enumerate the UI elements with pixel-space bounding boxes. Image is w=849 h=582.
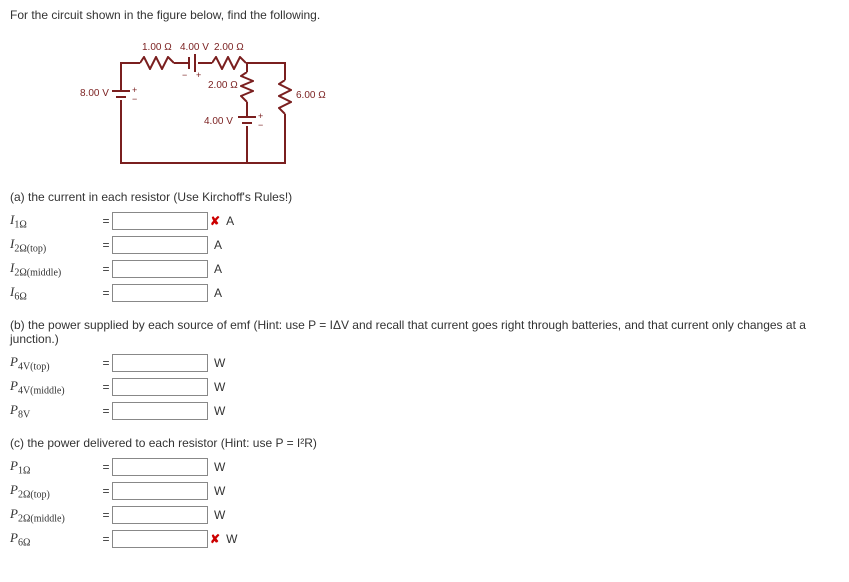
part-c-input[interactable] xyxy=(112,530,208,548)
equals-sign: = xyxy=(100,380,112,394)
label-r6: 6.00 Ω xyxy=(296,90,326,101)
resistor-6ohm xyxy=(278,80,292,114)
part-b-row: P4V(middle)= W xyxy=(10,376,839,398)
part-c-label: P2Ω(top) xyxy=(10,482,100,501)
part-c-prompt: (c) the power delivered to each resistor… xyxy=(10,436,839,450)
part-b-prompt: (b) the power supplied by each source of… xyxy=(10,318,839,346)
resistor-2ohm-middle xyxy=(240,72,254,102)
part-b-label: P4V(middle) xyxy=(10,378,100,397)
part-a-input[interactable] xyxy=(112,212,208,230)
part-b-row: P4V(top)= W xyxy=(10,352,839,374)
part-c-unit: W xyxy=(214,460,230,474)
equals-sign: = xyxy=(100,508,112,522)
resistor-2ohm-top xyxy=(212,56,246,70)
part-b-row: P8V= W xyxy=(10,400,839,422)
part-a-input[interactable] xyxy=(112,284,208,302)
part-b-unit: W xyxy=(214,380,230,394)
part-c-unit: W xyxy=(214,484,230,498)
equals-sign: = xyxy=(100,214,112,228)
part-c-label: P1Ω xyxy=(10,458,100,477)
part-b-label: P8V xyxy=(10,402,100,421)
wrong-mark-icon: ✘ xyxy=(210,214,220,228)
equals-sign: = xyxy=(100,286,112,300)
part-b-input[interactable] xyxy=(112,354,208,372)
part-a-unit: A xyxy=(214,286,230,300)
equals-sign: = xyxy=(100,532,112,546)
label-4v-mid: 4.00 V xyxy=(204,116,233,127)
part-a-row: I2Ω(middle)= A xyxy=(10,258,839,280)
part-a-label: I2Ω(middle) xyxy=(10,260,100,279)
part-c-input[interactable] xyxy=(112,482,208,500)
label-r2-top: 2.00 Ω xyxy=(214,42,244,53)
equals-sign: = xyxy=(100,484,112,498)
part-b-label: P4V(top) xyxy=(10,354,100,373)
equals-sign: = xyxy=(100,460,112,474)
part-a-unit: A xyxy=(226,214,242,228)
equals-sign: = xyxy=(100,404,112,418)
part-a-label: I2Ω(top) xyxy=(10,236,100,255)
equals-sign: = xyxy=(100,262,112,276)
equals-sign: = xyxy=(100,238,112,252)
part-b-input[interactable] xyxy=(112,402,208,420)
part-b-input[interactable] xyxy=(112,378,208,396)
part-c-input[interactable] xyxy=(112,506,208,524)
part-c-row: P1Ω= W xyxy=(10,456,839,478)
part-b-unit: W xyxy=(214,356,230,370)
wrong-mark-icon: ✘ xyxy=(210,532,220,546)
circuit-diagram: 1.00 Ω − + 4.00 V 2.00 Ω 6.00 Ω + − 8.00… xyxy=(90,32,390,172)
part-c-row: P2Ω(middle)= W xyxy=(10,504,839,526)
part-a-unit: A xyxy=(214,238,230,252)
resistor-1ohm-top xyxy=(140,56,174,70)
part-b-unit: W xyxy=(214,404,230,418)
part-a-input[interactable] xyxy=(112,236,208,254)
part-a-label: I6Ω xyxy=(10,284,100,303)
part-a-label: I1Ω xyxy=(10,212,100,231)
part-a-input[interactable] xyxy=(112,260,208,278)
part-a-prompt: (a) the current in each resistor (Use Ki… xyxy=(10,190,839,204)
label-8v: 8.00 V xyxy=(80,88,109,99)
label-4v-top: 4.00 V xyxy=(180,42,209,53)
part-a-row: I2Ω(top)= A xyxy=(10,234,839,256)
part-c-label: P2Ω(middle) xyxy=(10,506,100,525)
part-c-unit: W xyxy=(226,532,242,546)
question-stem: For the circuit shown in the figure belo… xyxy=(10,8,839,22)
part-c-label: P6Ω xyxy=(10,530,100,549)
part-c-input[interactable] xyxy=(112,458,208,476)
equals-sign: = xyxy=(100,356,112,370)
label-r1: 1.00 Ω xyxy=(142,42,172,53)
part-c-row: P2Ω(top)= W xyxy=(10,480,839,502)
part-a-unit: A xyxy=(214,262,230,276)
part-a-row: I1Ω= ✘ A xyxy=(10,210,839,232)
label-r2-mid: 2.00 Ω xyxy=(208,80,238,91)
part-c-unit: W xyxy=(214,508,230,522)
part-a-row: I6Ω= A xyxy=(10,282,839,304)
part-c-row: P6Ω= ✘ W xyxy=(10,528,839,550)
